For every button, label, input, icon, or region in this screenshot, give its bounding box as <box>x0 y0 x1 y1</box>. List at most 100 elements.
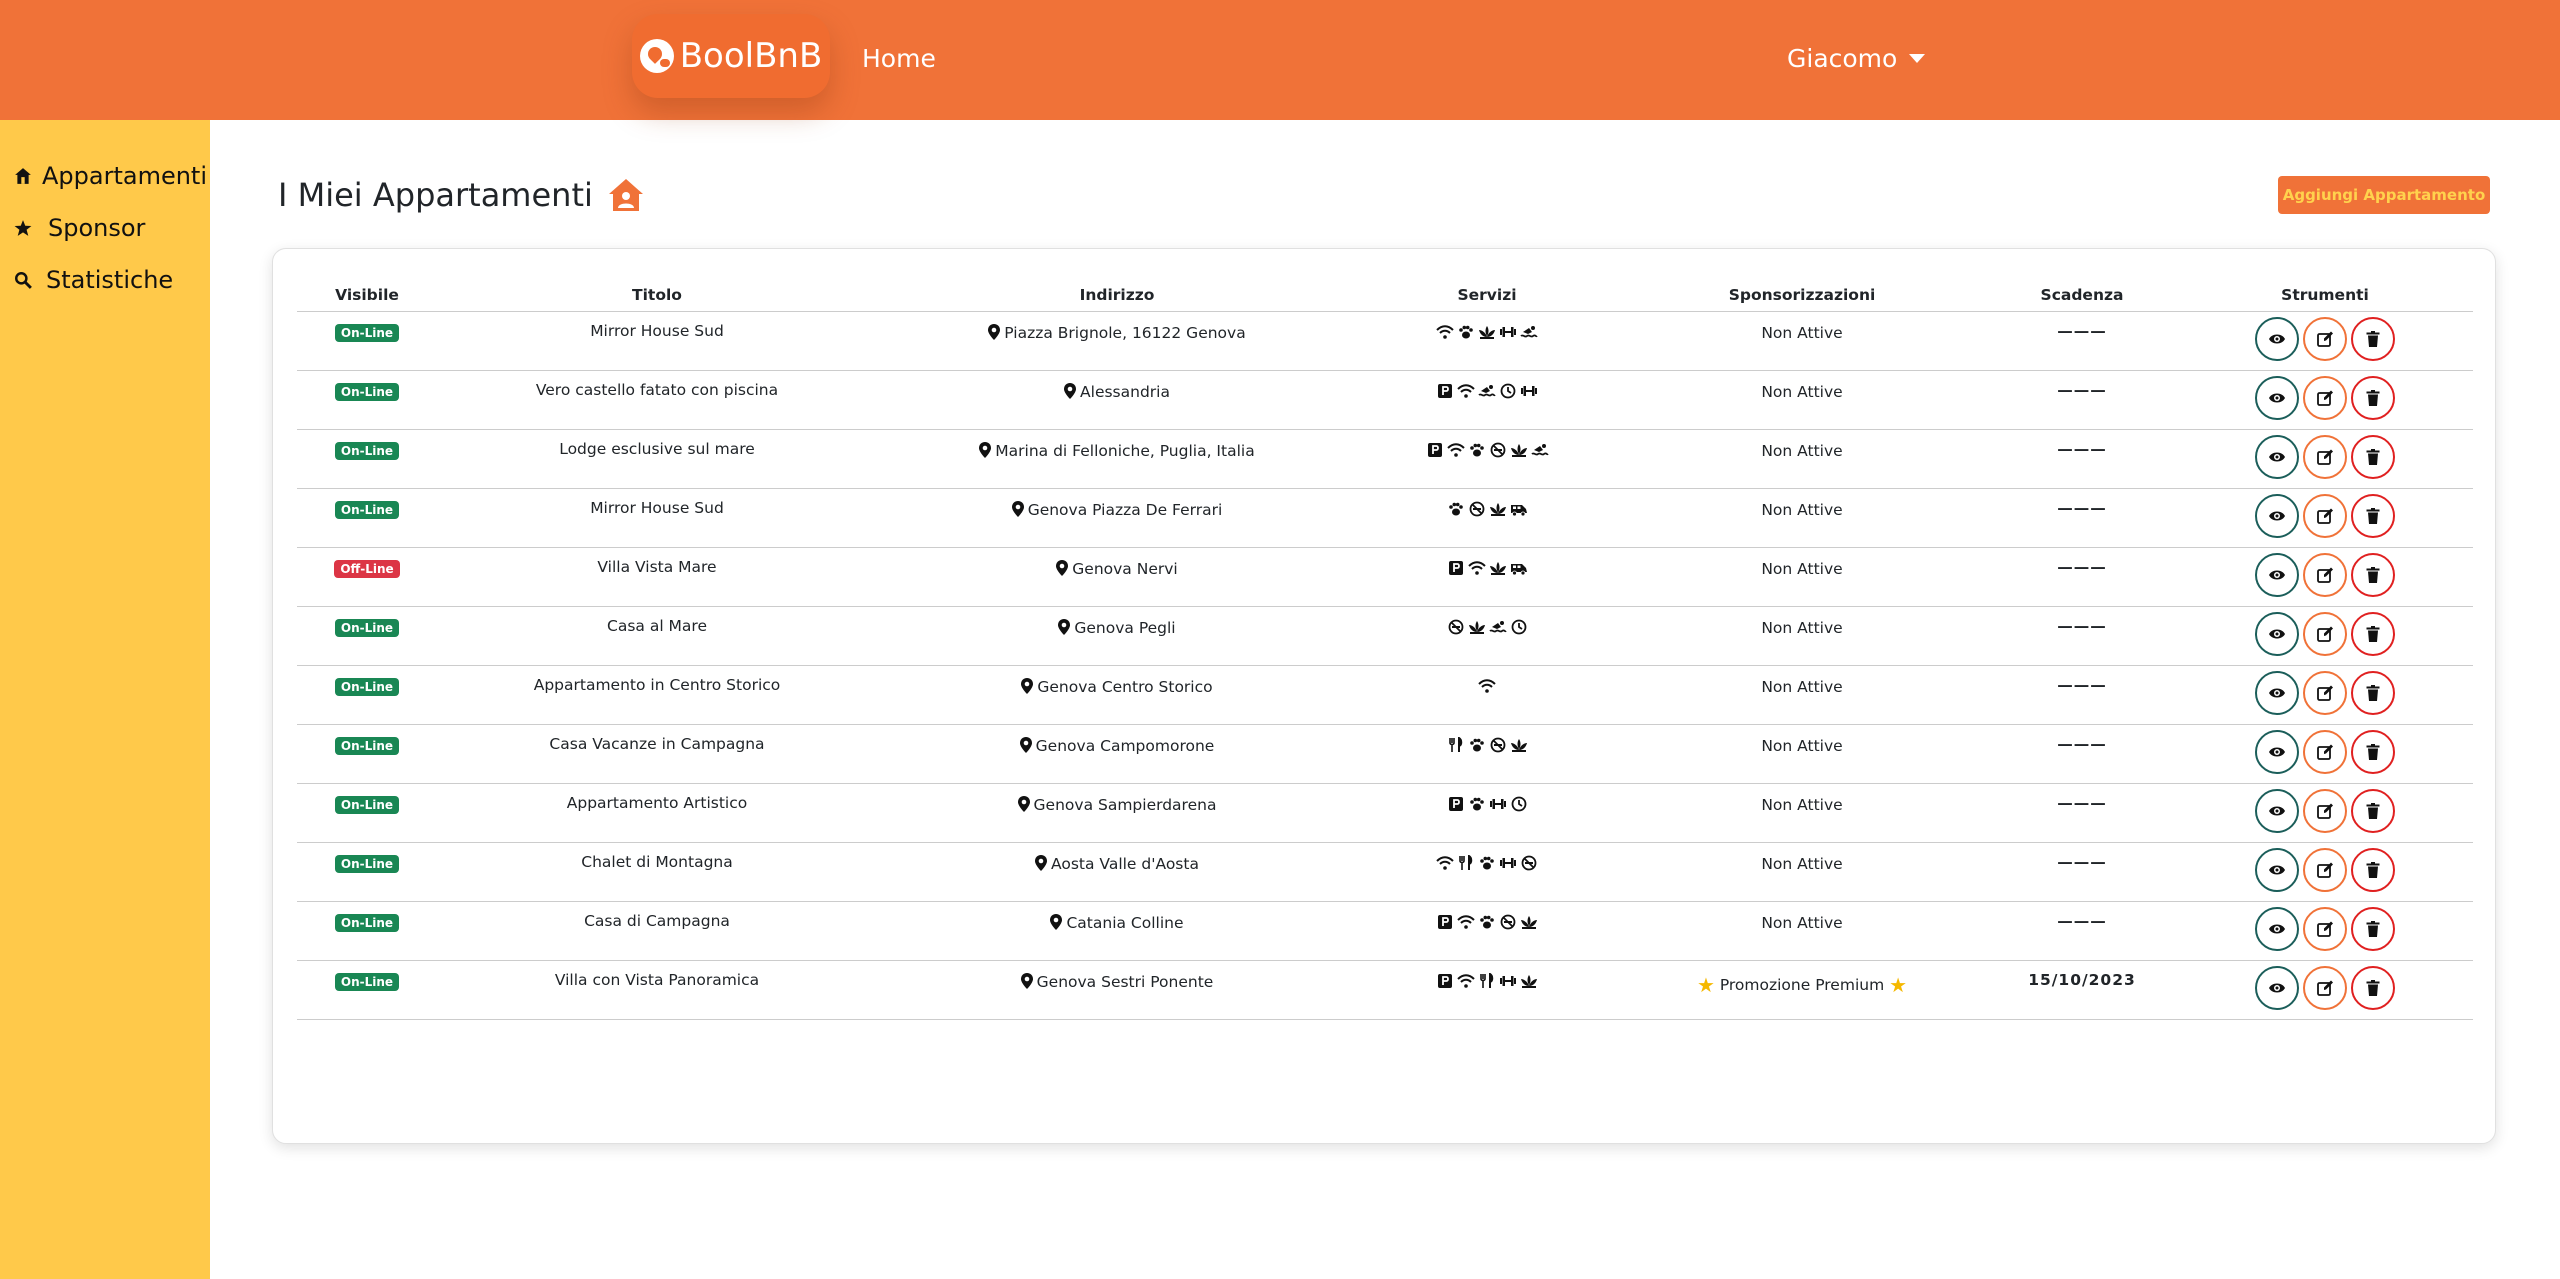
parking-icon <box>1447 796 1465 812</box>
address-cell: Aosta Valle d'Aosta <box>877 842 1357 902</box>
brand-logo-button[interactable]: BoolBnB <box>632 14 830 98</box>
wifi-icon <box>1446 442 1465 458</box>
view-button[interactable] <box>2255 434 2299 479</box>
column-header[interactable]: Titolo <box>437 279 877 312</box>
view-button[interactable] <box>2255 729 2299 774</box>
edit-button[interactable] <box>2303 847 2347 892</box>
expiry-value: ——— <box>2057 793 2107 812</box>
view-button[interactable] <box>2255 670 2299 715</box>
edit-button[interactable] <box>2303 316 2347 361</box>
sidebar-item-statistiche[interactable]: Statistiche <box>14 266 173 294</box>
edit-button[interactable] <box>2303 906 2347 951</box>
services-icons <box>1436 854 1538 871</box>
lotus-icon <box>1468 619 1486 635</box>
column-header[interactable]: Sponsorizzazioni <box>1617 279 1987 312</box>
expiry-value: 15/10/2023 <box>2028 970 2136 989</box>
edit-button[interactable] <box>2303 965 2347 1010</box>
column-header[interactable]: Visibile <box>297 279 437 312</box>
sidebar-item-sponsor[interactable]: Sponsor <box>14 214 145 242</box>
utensils-icon <box>1478 972 1496 989</box>
view-button[interactable] <box>2255 493 2299 538</box>
view-button[interactable] <box>2255 611 2299 656</box>
eye-icon <box>2268 507 2286 525</box>
delete-button[interactable] <box>2351 965 2395 1010</box>
edit-button[interactable] <box>2303 552 2347 597</box>
paw-icon <box>1468 796 1486 812</box>
services-icons <box>1436 972 1538 989</box>
services-cell <box>1357 665 1617 725</box>
table-body: On-Line Mirror House Sud Piazza Brignole, … <box>297 311 2473 1020</box>
dumbbell-icon <box>1499 324 1517 340</box>
table-row: On-Line Mirror House Sud Piazza Brignole, … <box>297 311 2473 371</box>
view-button[interactable] <box>2255 965 2299 1010</box>
visibility-cell: On-Line <box>297 724 437 784</box>
edit-button[interactable] <box>2303 788 2347 833</box>
edit-button[interactable] <box>2303 611 2347 656</box>
view-button[interactable] <box>2255 316 2299 361</box>
expiry-cell: ——— <box>1987 606 2177 666</box>
map-marker-icon <box>1020 972 1033 989</box>
services-cell <box>1357 311 1617 371</box>
delete-button[interactable] <box>2351 788 2395 833</box>
edit-icon <box>2316 684 2334 702</box>
column-header[interactable]: Indirizzo <box>877 279 1357 312</box>
title-cell: Casa di Campagna <box>437 901 877 961</box>
delete-button[interactable] <box>2351 375 2395 420</box>
edit-button[interactable] <box>2303 670 2347 715</box>
delete-button[interactable] <box>2351 434 2395 479</box>
delete-button[interactable] <box>2351 847 2395 892</box>
parking-icon <box>1447 560 1465 576</box>
star-icon: ★ <box>1889 972 1908 997</box>
page-title: I Miei Appartamenti <box>278 176 645 214</box>
sidebar-item-appartamenti[interactable]: Appartamenti <box>14 162 207 190</box>
delete-button[interactable] <box>2351 729 2395 774</box>
column-header[interactable]: Scadenza <box>1987 279 2177 312</box>
sponsor-text: Non Attive <box>1761 382 1843 401</box>
add-apartment-button[interactable]: Aggiungi Appartamento <box>2278 176 2490 214</box>
view-button[interactable] <box>2255 847 2299 892</box>
edit-button[interactable] <box>2303 375 2347 420</box>
visibility-cell: On-Line <box>297 429 437 489</box>
edit-button[interactable] <box>2303 434 2347 479</box>
nav-home-link[interactable]: Home <box>862 44 936 73</box>
delete-button[interactable] <box>2351 670 2395 715</box>
services-icons <box>1436 324 1538 340</box>
sponsor-cell: Non Attive <box>1617 901 1987 961</box>
delete-button[interactable] <box>2351 493 2395 538</box>
services-cell <box>1357 606 1617 666</box>
apartments-table: Visibile Titolo Indirizzo Servizi Sponso… <box>297 279 2473 1020</box>
delete-button[interactable] <box>2351 552 2395 597</box>
user-dropdown[interactable]: Giacomo <box>1787 44 1926 73</box>
expiry-cell: 15/10/2023 <box>1987 960 2177 1020</box>
status-badge: On-Line <box>334 972 400 991</box>
view-button[interactable] <box>2255 552 2299 597</box>
row-actions <box>2177 788 2473 833</box>
apartment-address: Catania Colline <box>1066 913 1184 932</box>
edit-button[interactable] <box>2303 729 2347 774</box>
edit-button[interactable] <box>2303 493 2347 538</box>
delete-button[interactable] <box>2351 611 2395 656</box>
trash-icon <box>2364 920 2382 938</box>
expiry-value: ——— <box>2057 911 2107 930</box>
view-button[interactable] <box>2255 375 2299 420</box>
column-header[interactable]: Strumenti <box>2177 279 2473 312</box>
eye-icon <box>2268 389 2286 407</box>
title-cell: Casa al Mare <box>437 606 877 666</box>
map-marker-icon <box>1011 500 1024 517</box>
delete-button[interactable] <box>2351 316 2395 361</box>
delete-button[interactable] <box>2351 906 2395 951</box>
view-button[interactable] <box>2255 906 2299 951</box>
row-actions <box>2177 847 2473 892</box>
table-row: On-Line Casa al Mare Genova Pegli Non Attiv… <box>297 606 2473 666</box>
edit-icon <box>2316 743 2334 761</box>
eye-icon <box>2268 743 2286 761</box>
apartment-title: Mirror House Sud <box>590 321 724 340</box>
status-badge: Off-Line <box>334 559 400 578</box>
services-icons <box>1447 796 1528 812</box>
expiry-value: ——— <box>2057 498 2107 517</box>
row-actions <box>2177 906 2473 951</box>
column-header[interactable]: Servizi <box>1357 279 1617 312</box>
apartment-title: Casa al Mare <box>607 616 707 635</box>
apartment-address: Piazza Brignole, 16122 Genova <box>1004 323 1246 342</box>
view-button[interactable] <box>2255 788 2299 833</box>
